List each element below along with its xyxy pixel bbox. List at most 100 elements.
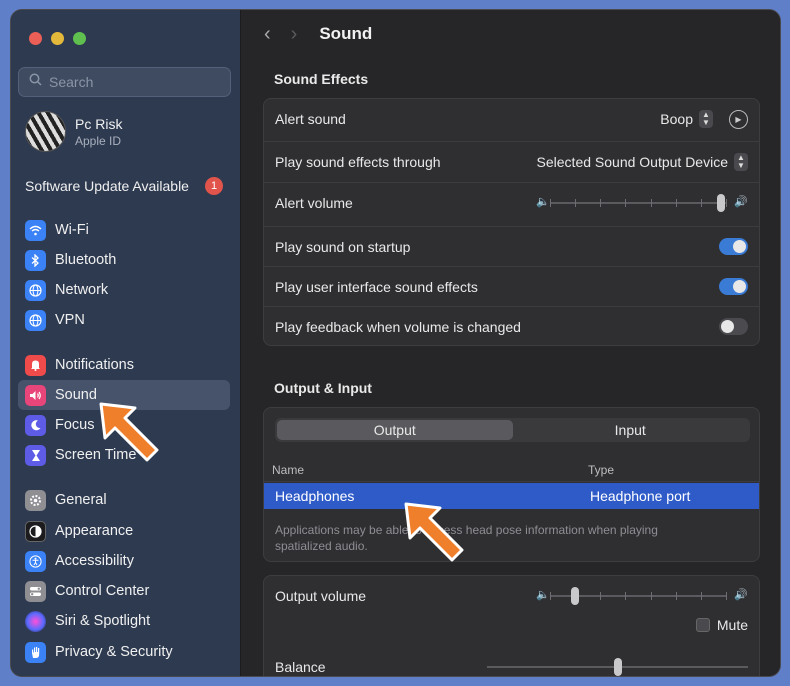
play-alert-button[interactable]: ▶ <box>729 109 748 129</box>
sidebar: Pc Risk Apple ID Software Update Availab… <box>11 10 241 676</box>
alert-sound-popup[interactable]: Boop ▲ ▼ ▶ <box>660 109 748 129</box>
slider-tick <box>550 592 551 600</box>
sidebar-item-control-center[interactable]: Control Center <box>18 576 230 606</box>
mute-checkbox-row[interactable]: Mute <box>695 617 748 633</box>
annotation-arrow-sidebar <box>99 402 159 462</box>
zoom-button[interactable] <box>73 32 86 45</box>
slider-tick <box>600 198 602 207</box>
balance-row: Balance <box>264 647 759 676</box>
slider-tick <box>550 198 551 207</box>
slider-tick <box>700 592 702 600</box>
slider-tick <box>650 592 652 600</box>
slider-track <box>550 201 726 204</box>
sidebar-item-label: Sound <box>55 387 97 403</box>
output-volume-slider[interactable]: 🔈 🔊 <box>536 587 748 605</box>
volume-feedback-label: Play feedback when volume is changed <box>275 318 521 335</box>
globe-icon <box>25 279 46 301</box>
output-volume-row: Output volume 🔈 🔊 <box>264 576 759 616</box>
update-badge: 1 <box>205 177 223 195</box>
forward-chevron-icon[interactable]: › <box>291 24 298 44</box>
output-volume-group: Output volume 🔈 🔊 Mute Balance <box>263 575 760 676</box>
speaker-high-icon: 🔊 <box>734 195 748 208</box>
table-row[interactable]: Headphones Headphone port <box>264 483 759 509</box>
gear-icon <box>25 489 46 511</box>
appearance-icon <box>25 520 46 542</box>
sidebar-item-privacy-security[interactable]: Privacy & Security <box>18 637 230 667</box>
tab-output[interactable]: Output <box>277 420 513 440</box>
output-device-label: Play sound effects through <box>275 153 441 170</box>
search-icon <box>29 73 42 91</box>
sidebar-item-general[interactable]: General <box>18 485 230 515</box>
sidebar-item-network[interactable]: Network <box>18 275 230 305</box>
sidebar-item-vpn[interactable]: VPN <box>18 305 230 335</box>
startup-sound-toggle[interactable] <box>719 238 748 255</box>
minimize-button[interactable] <box>51 32 64 45</box>
balance-slider[interactable] <box>487 658 748 676</box>
software-update-label: Software Update Available <box>25 178 189 194</box>
sidebar-item-accessibility[interactable]: Accessibility <box>18 546 230 576</box>
slider-thumb[interactable] <box>716 193 725 212</box>
alert-volume-label: Alert volume <box>275 194 353 211</box>
startup-sound-label: Play sound on startup <box>275 238 411 255</box>
search-input[interactable] <box>49 74 209 90</box>
toolbar: ‹ › Sound <box>264 24 372 44</box>
balance-label: Balance <box>275 659 326 675</box>
sidebar-item-label: Control Center <box>55 583 150 599</box>
alert-sound-row: Alert sound Boop ▲ ▼ ▶ <box>264 99 759 139</box>
ui-effects-toggle[interactable] <box>719 278 748 295</box>
apple-id-profile[interactable]: Pc Risk Apple ID <box>25 111 122 152</box>
close-button[interactable] <box>29 32 42 45</box>
volume-feedback-toggle[interactable] <box>719 318 748 335</box>
search-field[interactable] <box>18 67 231 97</box>
tab-input[interactable]: Input <box>513 420 749 440</box>
annotation-arrow-headphones <box>404 502 464 562</box>
alert-volume-slider[interactable]: 🔈 🔊 <box>536 193 748 212</box>
sidebar-item-label: Network <box>55 282 109 298</box>
sidebar-item-siri-spotlight[interactable]: Siri & Spotlight <box>18 606 230 636</box>
output-device-row: Play sound effects through Selected Soun… <box>264 141 759 181</box>
slider-tick <box>700 198 702 207</box>
alert-volume-row: Alert volume 🔈 🔊 <box>264 182 759 222</box>
device-type: Headphone port <box>590 488 691 504</box>
sidebar-item-label: General <box>55 492 107 508</box>
wifi-icon <box>25 219 46 241</box>
speaker-high-icon: 🔊 <box>734 589 748 601</box>
mute-checkbox[interactable] <box>695 618 710 632</box>
alert-sound-label: Alert sound <box>275 111 346 127</box>
bluetooth-icon <box>25 249 46 271</box>
speaker-icon <box>25 384 46 406</box>
moon-icon <box>25 414 46 436</box>
slider-tick <box>650 198 652 207</box>
software-update-item[interactable]: Software Update Available 1 <box>25 177 223 195</box>
slider-tick <box>675 592 677 600</box>
output-device-popup[interactable]: Selected Sound Output Device ▲ ▼ <box>537 152 748 171</box>
sound-effects-group: Alert sound Boop ▲ ▼ ▶ Play sound effects… <box>263 98 760 346</box>
slider-tick <box>625 198 627 207</box>
sidebar-item-label: Accessibility <box>55 553 134 569</box>
slider-tick <box>675 198 677 207</box>
sidebar-item-label: VPN <box>55 312 85 328</box>
startup-sound-row: Play sound on startup <box>264 226 759 266</box>
alert-sound-value: Boop <box>660 111 693 127</box>
slider-tick <box>726 592 727 600</box>
sidebar-item-label: Siri & Spotlight <box>55 613 151 629</box>
sound-effects-heading: Sound Effects <box>274 71 369 87</box>
output-input-heading: Output & Input <box>274 380 372 396</box>
bell-icon <box>25 354 46 376</box>
column-type-header[interactable]: Type <box>588 463 614 477</box>
sidebar-item-appearance[interactable]: Appearance <box>18 516 230 546</box>
sidebar-item-bluetooth[interactable]: Bluetooth <box>18 245 230 275</box>
slider-thumb[interactable] <box>613 658 622 676</box>
sidebar-item-wifi[interactable]: Wi-Fi <box>18 215 230 245</box>
output-input-segmented-control: Output Input <box>275 418 750 442</box>
back-chevron-icon[interactable]: ‹ <box>264 24 271 44</box>
slider-tick <box>625 592 627 600</box>
ui-effects-row: Play user interface sound effects <box>264 266 759 306</box>
column-name-header[interactable]: Name <box>272 463 304 477</box>
output-input-group: Output Input Name Type Headphones Headph… <box>263 407 760 562</box>
slider-thumb[interactable] <box>570 587 579 605</box>
sidebar-item-label: Privacy & Security <box>55 644 173 660</box>
sidebar-item-notifications[interactable]: Notifications <box>18 350 230 380</box>
mute-label: Mute <box>716 617 748 633</box>
device-name: Headphones <box>275 488 355 504</box>
